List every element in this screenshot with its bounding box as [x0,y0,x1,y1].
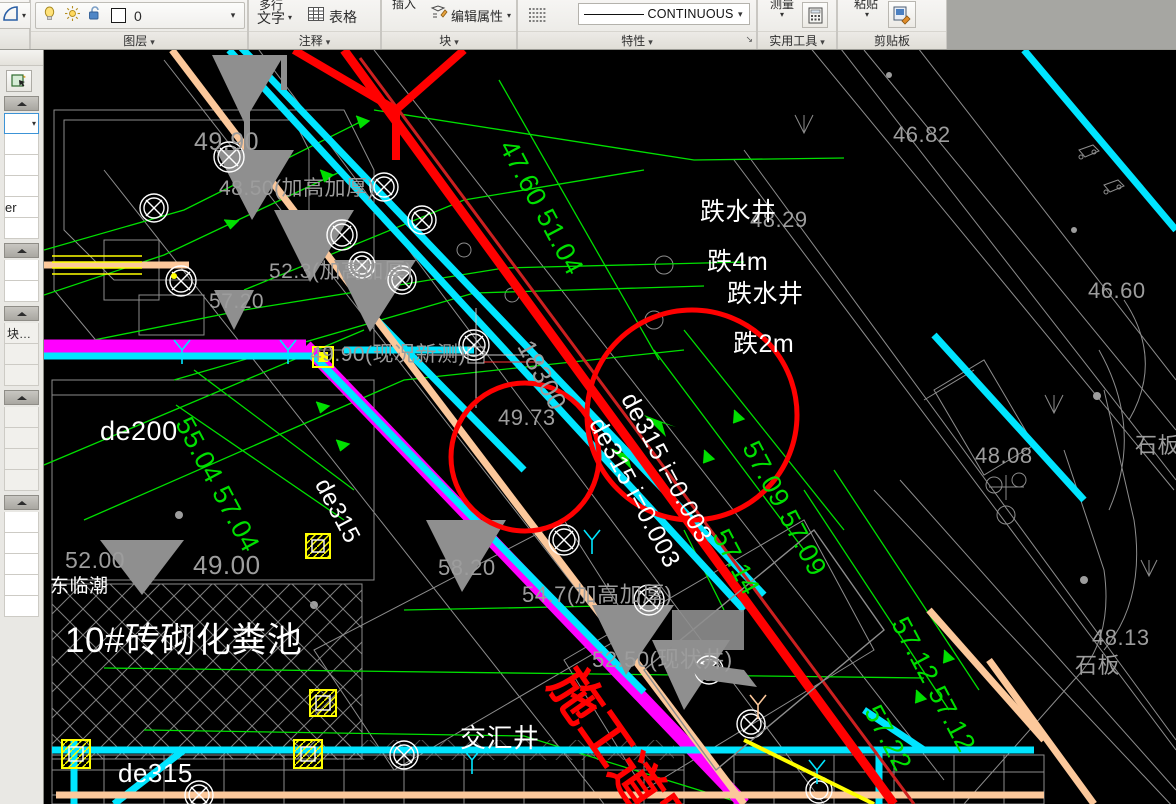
panel-title-utilities: 实用工具 ▾ [758,31,836,49]
paste-dropdown-caret[interactable]: ▾ [865,11,869,19]
lightbulb-icon[interactable] [41,5,58,27]
linetype-combo[interactable]: CONTINUOUS ▾ [578,3,750,25]
cad-drawing[interactable] [44,50,1176,804]
edit-attribute-icon[interactable] [430,4,448,27]
layer-dropdown-caret[interactable]: ▾ [226,10,240,21]
hatch-dropdown-caret[interactable]: ▾ [22,11,26,20]
ribbon-panel-block: 插入 编辑属性 ▾ 块 ▾ [381,0,517,49]
palette-section-1-header[interactable] [4,96,39,111]
table-button-label: 表格 [329,8,357,25]
palette-row[interactable] [4,134,39,155]
edit-attributes-label: 编辑属性 [451,9,504,24]
text-dropdown-caret[interactable]: ▾ [288,14,292,22]
properties-palette: ▾ er 块… [0,50,44,804]
palette-titlebar [0,50,43,66]
palette-row[interactable] [4,344,39,365]
palette-row[interactable] [4,596,39,617]
palette-row[interactable] [4,176,39,197]
collapse-up-icon [16,395,27,400]
panel-title-utilities-text: 实用工具 [769,34,818,48]
panel-title-annotation: 注释 ▾ [249,31,380,49]
panel-title-annotation-text: 注释 [298,34,323,48]
palette-row-caret[interactable]: ▾ [32,119,38,128]
palette-row[interactable] [4,470,39,491]
ribbon-empty-area [947,0,1176,49]
collapse-up-icon [16,500,27,505]
palette-row[interactable] [4,260,39,281]
palette-section-3-header[interactable] [4,306,39,321]
palette-section-2-header[interactable] [4,243,39,258]
panel-title-properties-text: 特性 [621,34,646,48]
palette-row[interactable] [4,575,39,596]
linetype-dropdown-caret[interactable]: ▾ [734,9,747,20]
paste-brush-icon [893,6,911,25]
panel-title-clipboard: 剪贴板 [838,31,946,49]
layer-color-swatch[interactable] [111,8,126,23]
autocad-window: ▾ 0 ▾ 图层 ▾ 多行 文字 ▾ 表格 注释 ▾ 插入 编辑属性 ▾ 块 ▾… [0,0,1176,804]
palette-row-text: 块… [7,326,32,341]
text-button[interactable]: 文字 ▾ [257,8,292,28]
linetype-value: CONTINUOUS [647,7,734,21]
ribbon-panel-properties: CONTINUOUS ▾ 特性 ▾ ↘ [517,0,757,49]
table-icon[interactable] [307,5,325,28]
measure-dropdown-caret[interactable]: ▾ [780,11,784,19]
drawing-canvas[interactable]: 49.90 48.50(加高加厚) 52.3(加高加厚) 57.20 49.90… [44,50,1176,804]
layer-state-group: 0 ▾ [35,2,245,29]
panel-title-layers-text: 图层 [123,34,148,48]
panel-title-block: 块 ▾ [382,31,516,49]
hatch-icon[interactable] [1,4,20,28]
panel-title-layers: 图层 ▾ [31,31,247,49]
panel-title-block-text: 块 [439,34,452,48]
table-button[interactable]: 表格 [307,5,357,28]
current-layer-value: 0 [134,7,142,24]
road-block [672,610,744,650]
calculator-button[interactable] [802,2,828,28]
palette-section-4-header[interactable] [4,390,39,405]
properties-dialog-launcher[interactable]: ↘ [745,30,753,48]
palette-row[interactable]: ▾ [4,113,39,134]
insert-label: 插入 [392,0,417,11]
panel-caret-annotation[interactable]: ▾ [326,37,331,47]
palette-row[interactable] [4,554,39,575]
collapse-up-icon [16,311,27,316]
palette-row[interactable]: er [4,197,39,218]
palette-row[interactable] [4,449,39,470]
panel-title-properties: 特性 ▾ ↘ [518,31,756,49]
palette-row[interactable]: 块… [4,323,39,344]
panel-caret-utilities[interactable]: ▾ [820,37,825,47]
panel-title-clipboard-text: 剪贴板 [873,34,910,48]
palette-section-5-header[interactable] [4,495,39,510]
sun-freeze-icon[interactable] [64,5,81,27]
collapse-up-icon [16,101,27,106]
ribbon-panel-clipboard: 粘贴 ▾ 剪贴板 [837,0,947,49]
panel-caret-properties[interactable]: ▾ [648,37,653,47]
ribbon: ▾ 0 ▾ 图层 ▾ 多行 文字 ▾ 表格 注释 ▾ 插入 编辑属性 ▾ 块 ▾… [0,0,1176,50]
palette-row[interactable] [4,281,39,302]
collapse-up-icon [16,248,27,253]
ribbon-panel-utilities: 测量 ▾ 实用工具 ▾ [757,0,837,49]
calculator-icon [808,7,822,23]
linetype-icon [528,5,548,30]
edit-attributes-caret[interactable]: ▾ [507,11,511,20]
ribbon-panel-layers: 0 ▾ 图层 ▾ [30,0,248,49]
palette-row[interactable] [4,533,39,554]
select-object-icon [10,73,26,87]
palette-row[interactable] [4,428,39,449]
ribbon-panel-annotation: 多行 文字 ▾ 表格 注释 ▾ [248,0,381,49]
palette-row-text: er [5,199,17,215]
ribbon-panel-partial-left: ▾ [0,0,37,49]
edit-attributes-button[interactable]: 编辑属性 ▾ [430,4,511,27]
palette-row[interactable] [4,512,39,533]
panel-caret-block[interactable]: ▾ [454,37,459,47]
unlock-icon[interactable] [87,5,104,27]
paste-special-button[interactable] [888,1,916,28]
text-button-label: 文字 [257,10,285,26]
linetype-preview-line [584,13,644,15]
panel-caret-layers[interactable]: ▾ [150,37,155,47]
palette-select-object-button[interactable] [6,70,32,92]
palette-row[interactable] [4,407,39,428]
palette-row[interactable] [4,365,39,386]
palette-row[interactable] [4,218,39,239]
palette-row[interactable] [4,155,39,176]
